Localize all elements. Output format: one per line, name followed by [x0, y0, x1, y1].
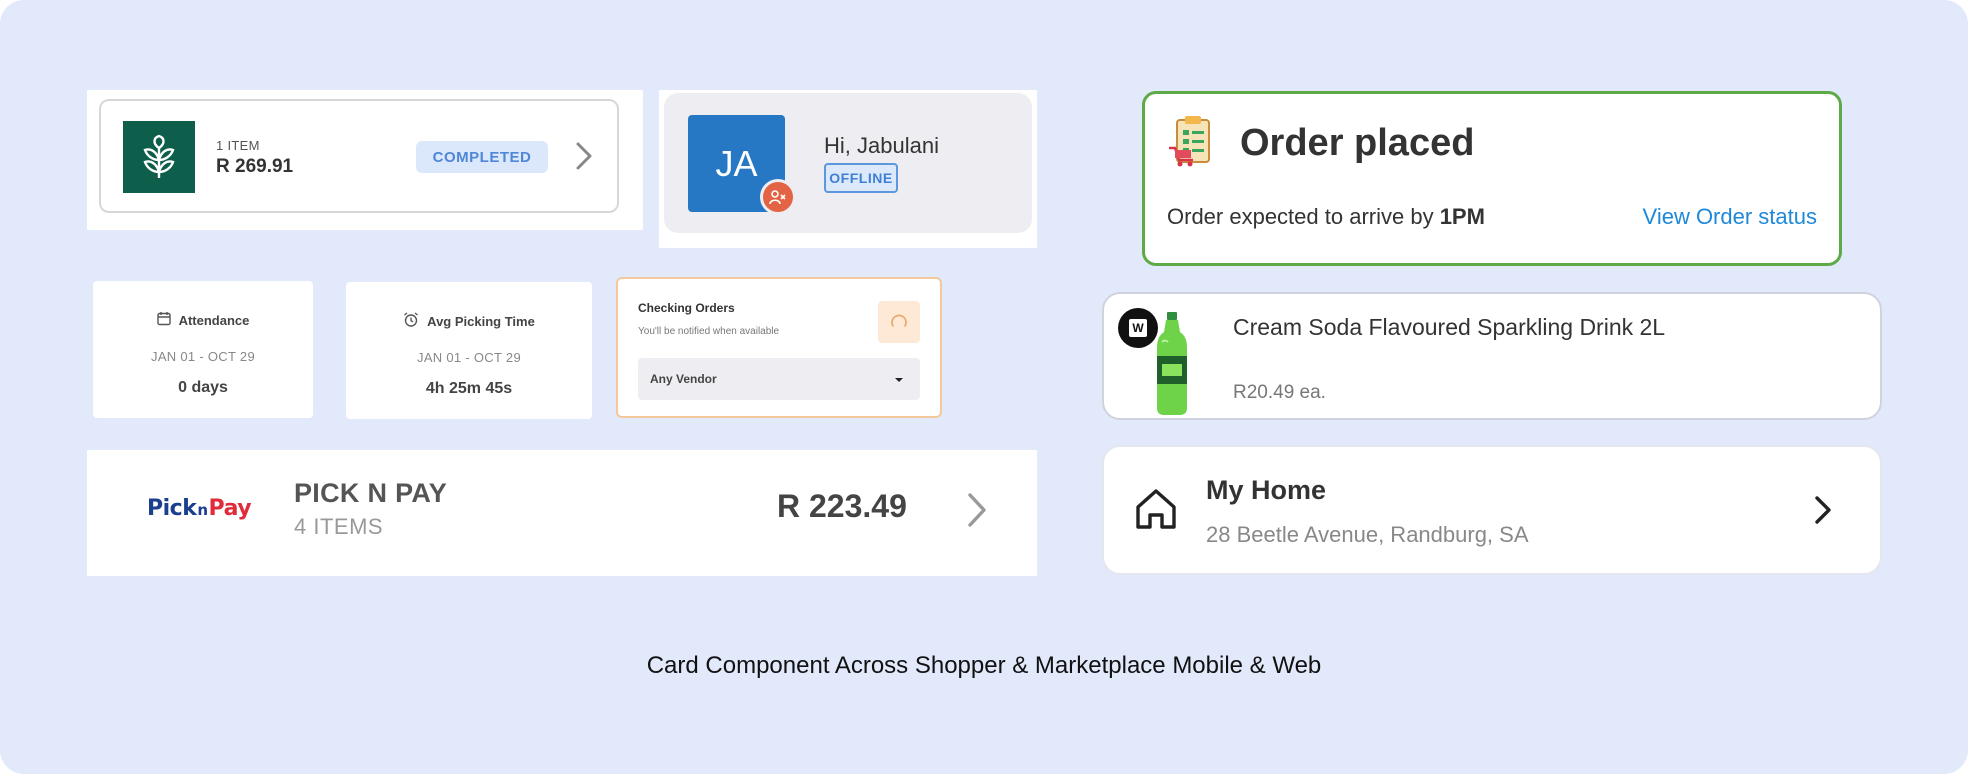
checking-orders-title: Checking Orders — [638, 301, 735, 315]
calendar-icon — [156, 311, 171, 329]
caption: Card Component Across Shopper & Marketpl… — [646, 652, 1322, 679]
address-line: 28 Beetle Avenue, Randburg, SA — [1206, 522, 1529, 547]
attendance-card: Attendance JAN 01 - OCT 29 0 days — [93, 281, 313, 418]
vendor-letter: W — [1129, 319, 1147, 337]
attendance-title: Attendance — [178, 312, 250, 328]
pick-n-pay-logo: PicknPay — [147, 496, 252, 521]
caret-down-icon — [894, 372, 904, 386]
woolworths-w-icon: W — [1118, 308, 1158, 348]
product-name: Cream Soda Flavoured Sparkling Drink 2L — [1233, 314, 1666, 340]
order-placed-title: Order placed — [1240, 122, 1475, 164]
product-price: R20.49 ea. — [1233, 382, 1326, 403]
spinner-icon — [878, 301, 920, 343]
home-icon — [1134, 487, 1178, 536]
logo-part-pay: Pay — [208, 496, 252, 521]
avg-picking-title: Avg Picking Time — [427, 313, 535, 329]
date-range: JAN 01 - OCT 29 — [151, 349, 255, 364]
item-count: 1 ITEM — [216, 138, 260, 153]
avg-picking-value: 4h 25m 45s — [425, 380, 513, 397]
logo-part-pick: Pick — [147, 496, 197, 521]
canvas-background: 1 ITEM R 269.91 COMPLETED JA Hi, Jabulan… — [0, 0, 1968, 774]
vendor-select[interactable]: Any Vendor — [638, 358, 920, 400]
item-count: 4 ITEMS — [294, 514, 384, 539]
product-card[interactable]: W Cream Soda Flavoured Sparkling Drink 2… — [1102, 292, 1882, 420]
arrival-text: Order expected to arrive by 1PM — [1167, 204, 1485, 229]
status-badge: COMPLETED — [416, 141, 548, 173]
address-title: My Home — [1206, 475, 1327, 505]
user-card[interactable]: JA Hi, Jabulani OFFLINE — [664, 93, 1032, 233]
chevron-right-icon[interactable] — [1814, 495, 1832, 530]
checking-orders-subtitle: You'll be notified when available — [638, 326, 780, 337]
order-placed-card: Order placed Order expected to arrive by… — [1142, 91, 1842, 266]
status-badge: OFFLINE — [824, 163, 898, 193]
attendance-header: Attendance — [93, 311, 313, 329]
logo-part-n: n — [197, 501, 208, 519]
avg-picking-header: Avg Picking Time — [346, 312, 592, 330]
chevron-right-icon[interactable] — [575, 141, 593, 176]
attendance-value: 0 days — [178, 379, 228, 396]
store-name: PICK N PAY — [294, 478, 448, 508]
leaf-plant-icon — [123, 121, 195, 193]
avg-picking-card: Avg Picking Time JAN 01 - OCT 29 4h 25m … — [346, 282, 592, 419]
view-order-status-link[interactable]: View Order status — [1643, 204, 1817, 230]
clipboard-checklist-icon — [1167, 114, 1219, 173]
user-card-frame: JA Hi, Jabulani OFFLINE — [659, 90, 1037, 248]
arrival-time: 1PM — [1439, 204, 1485, 229]
order-price: R 269.91 — [216, 156, 294, 177]
order-card-frame: 1 ITEM R 269.91 COMPLETED — [87, 90, 643, 230]
user-greeting: Hi, Jabulani — [824, 133, 939, 158]
checking-orders-card: Checking Orders You'll be notified when … — [616, 277, 942, 418]
alarm-clock-icon — [403, 312, 419, 330]
chevron-right-icon[interactable] — [967, 492, 987, 533]
date-range: JAN 01 - OCT 29 — [417, 350, 521, 365]
order-total: R 223.49 — [777, 488, 907, 524]
store-order-card[interactable]: PicknPay PICK N PAY 4 ITEMS R 223.49 — [87, 450, 1037, 576]
soda-bottle-icon — [1154, 312, 1190, 418]
address-card[interactable]: My Home 28 Beetle Avenue, Randburg, SA — [1102, 445, 1882, 575]
user-x-icon — [760, 179, 796, 215]
order-card[interactable]: 1 ITEM R 269.91 COMPLETED — [99, 99, 619, 213]
vendor-select-value: Any Vendor — [650, 372, 717, 386]
